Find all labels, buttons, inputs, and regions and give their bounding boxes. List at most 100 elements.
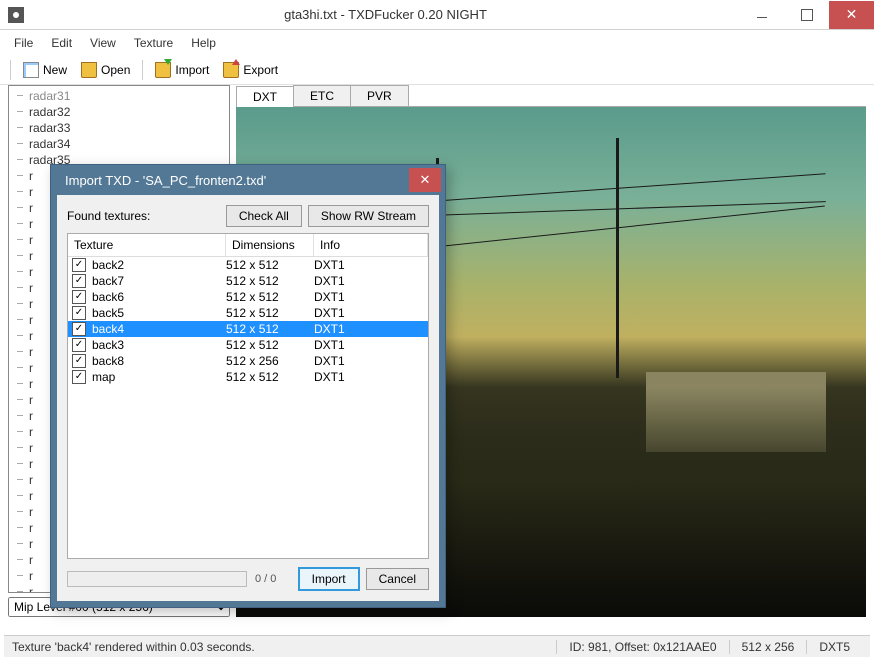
- title-bar: gta3hi.txt - TXDFucker 0.20 NIGHT: [0, 0, 874, 30]
- app-icon: [8, 7, 24, 23]
- row-info: DXT1: [314, 322, 424, 336]
- check-all-button[interactable]: Check All: [226, 205, 302, 227]
- minimize-button[interactable]: [739, 1, 784, 29]
- table-row[interactable]: ✓map512 x 512DXT1: [68, 369, 428, 385]
- grid-rows: ✓back2512 x 512DXT1✓back7512 x 512DXT1✓b…: [68, 257, 428, 385]
- window-title: gta3hi.txt - TXDFucker 0.20 NIGHT: [32, 7, 739, 22]
- show-rw-stream-button[interactable]: Show RW Stream: [308, 205, 429, 227]
- col-texture[interactable]: Texture: [68, 234, 226, 256]
- textures-grid[interactable]: Texture Dimensions Info ✓back2512 x 512D…: [67, 233, 429, 559]
- tree-node[interactable]: radar32: [13, 104, 225, 120]
- cancel-button[interactable]: Cancel: [366, 568, 429, 590]
- table-row[interactable]: ✓ back8512 x 256DXT1: [68, 353, 428, 369]
- status-message: Texture 'back4' rendered within 0.03 sec…: [12, 640, 556, 654]
- import-txd-dialog: Import TXD - 'SA_PC_fronten2.txd' ✕ Foun…: [50, 164, 446, 608]
- row-checkbox[interactable]: ✓: [72, 274, 86, 288]
- row-dim: 512 x 512: [226, 322, 314, 336]
- tree-node[interactable]: radar34: [13, 136, 225, 152]
- toolbar-separator: [10, 60, 11, 80]
- row-name: map: [92, 370, 226, 384]
- scene-pole: [616, 138, 619, 378]
- dialog-footer: 0 / 0 Import Cancel: [67, 567, 429, 591]
- tree-node[interactable]: radar33: [13, 120, 225, 136]
- import-confirm-button[interactable]: Import: [298, 567, 360, 591]
- export-button[interactable]: Export: [219, 60, 282, 80]
- row-checkbox[interactable]: ✓: [72, 354, 86, 368]
- progress-bar: [67, 571, 247, 587]
- row-checkbox[interactable]: ✓: [72, 338, 86, 352]
- table-row[interactable]: ✓ back2512 x 512DXT1: [68, 257, 428, 273]
- status-bar: Texture 'back4' rendered within 0.03 sec…: [4, 635, 870, 657]
- progress-text: 0 / 0: [255, 573, 276, 585]
- menu-view[interactable]: View: [82, 32, 124, 54]
- open-folder-icon: [81, 62, 97, 78]
- col-dimensions[interactable]: Dimensions: [226, 234, 314, 256]
- table-row[interactable]: ✓ back3512 x 512DXT1: [68, 337, 428, 353]
- dialog-body: Found textures: Check All Show RW Stream…: [57, 195, 439, 601]
- col-info[interactable]: Info: [314, 234, 428, 256]
- row-name: back7: [92, 274, 226, 288]
- row-dim: 512 x 512: [226, 338, 314, 352]
- export-label: Export: [243, 63, 278, 77]
- new-file-icon: [23, 62, 39, 78]
- row-dim: 512 x 512: [226, 290, 314, 304]
- new-label: New: [43, 63, 67, 77]
- import-label: Import: [175, 63, 209, 77]
- format-tabs: DXT ETC PVR: [236, 85, 866, 107]
- import-icon: [155, 62, 171, 78]
- status-dim: 512 x 256: [729, 640, 807, 654]
- close-button[interactable]: [829, 1, 874, 29]
- row-info: DXT1: [314, 338, 424, 352]
- open-button[interactable]: Open: [77, 60, 134, 80]
- table-row[interactable]: ✓ back4512 x 512DXT1: [68, 321, 428, 337]
- row-info: DXT1: [314, 290, 424, 304]
- tab-dxt[interactable]: DXT: [236, 86, 294, 107]
- grid-header: Texture Dimensions Info: [68, 234, 428, 257]
- row-checkbox[interactable]: ✓: [72, 290, 86, 304]
- window-controls: [739, 1, 874, 29]
- tab-etc[interactable]: ETC: [293, 85, 351, 106]
- tab-pvr[interactable]: PVR: [350, 85, 409, 106]
- row-name: back6: [92, 290, 226, 304]
- row-dim: 512 x 512: [226, 274, 314, 288]
- row-name: back8: [92, 354, 226, 368]
- row-info: DXT1: [314, 370, 424, 384]
- row-info: DXT1: [314, 306, 424, 320]
- row-checkbox[interactable]: ✓: [72, 322, 86, 336]
- table-row[interactable]: ✓ back6512 x 512DXT1: [68, 289, 428, 305]
- table-row[interactable]: ✓ back7512 x 512DXT1: [68, 273, 428, 289]
- tree-node[interactable]: radar31: [13, 88, 225, 104]
- menu-bar: File Edit View Texture Help: [0, 30, 874, 56]
- row-name: back5: [92, 306, 226, 320]
- row-checkbox[interactable]: ✓: [72, 258, 86, 272]
- table-row[interactable]: ✓back5512 x 512DXT1: [68, 305, 428, 321]
- row-checkbox[interactable]: ✓: [72, 370, 86, 384]
- menu-texture[interactable]: Texture: [126, 32, 181, 54]
- row-dim: 512 x 256: [226, 354, 314, 368]
- row-info: DXT1: [314, 354, 424, 368]
- import-button[interactable]: Import: [151, 60, 213, 80]
- row-info: DXT1: [314, 274, 424, 288]
- row-dim: 512 x 512: [226, 258, 314, 272]
- menu-file[interactable]: File: [6, 32, 41, 54]
- row-name: back2: [92, 258, 226, 272]
- row-name: back4: [92, 322, 226, 336]
- menu-edit[interactable]: Edit: [43, 32, 80, 54]
- status-format: DXT5: [806, 640, 862, 654]
- menu-help[interactable]: Help: [183, 32, 224, 54]
- found-textures-label: Found textures:: [67, 209, 220, 223]
- row-name: back3: [92, 338, 226, 352]
- dialog-close-button[interactable]: ✕: [409, 168, 441, 192]
- dialog-title: Import TXD - 'SA_PC_fronten2.txd': [65, 173, 266, 188]
- dialog-header-row: Found textures: Check All Show RW Stream: [67, 205, 429, 227]
- export-icon: [223, 62, 239, 78]
- new-button[interactable]: New: [19, 60, 71, 80]
- maximize-button[interactable]: [784, 1, 829, 29]
- status-id: ID: 981, Offset: 0x121AAE0: [556, 640, 728, 654]
- row-info: DXT1: [314, 258, 424, 272]
- open-label: Open: [101, 63, 130, 77]
- row-checkbox[interactable]: ✓: [72, 306, 86, 320]
- toolbar: New Open Import Export: [0, 56, 874, 85]
- toolbar-separator: [142, 60, 143, 80]
- dialog-titlebar[interactable]: Import TXD - 'SA_PC_fronten2.txd' ✕: [51, 165, 445, 195]
